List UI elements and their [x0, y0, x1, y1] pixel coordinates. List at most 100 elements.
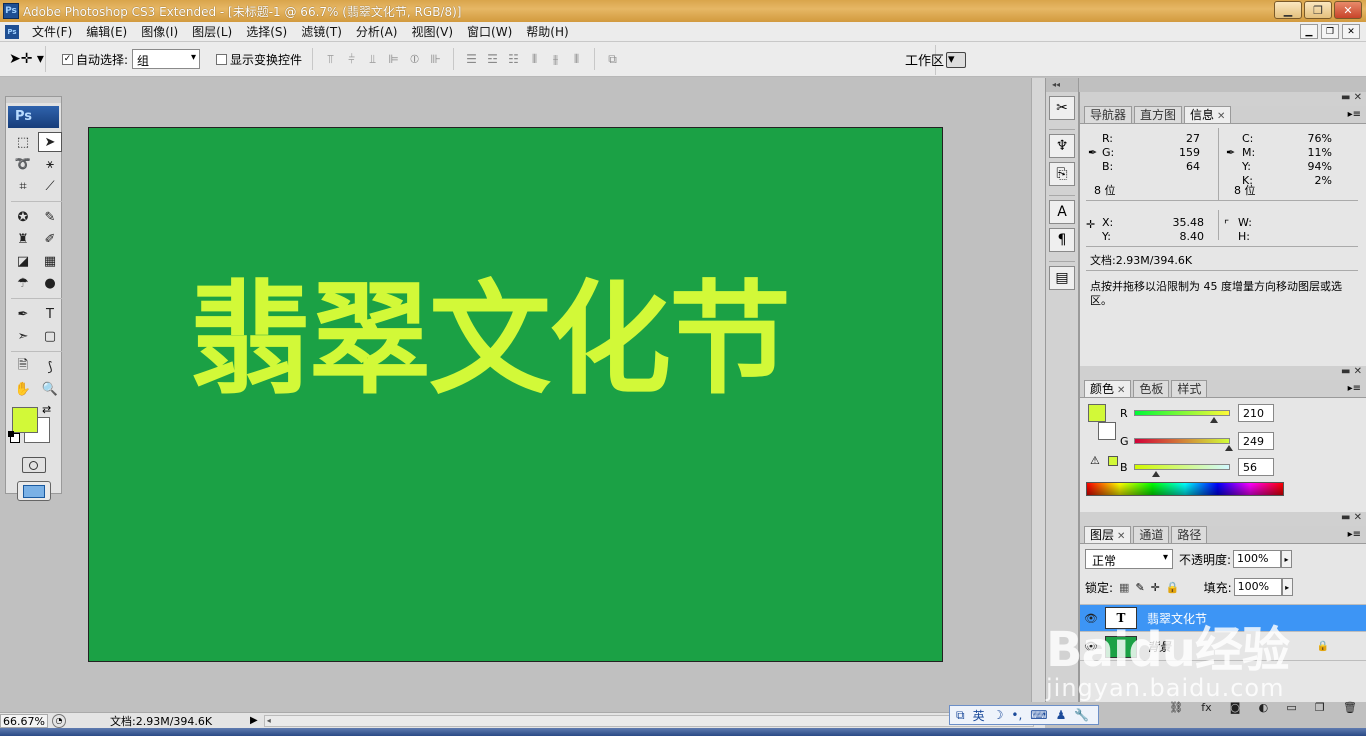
move-tool-icon[interactable]: ➤ — [38, 132, 62, 152]
document-canvas[interactable]: 翡翠文化节 — [88, 127, 943, 662]
blue-track[interactable] — [1134, 464, 1230, 477]
opacity-arrow-icon[interactable]: ▸ — [1281, 550, 1293, 568]
tab-color[interactable]: 颜色 ✕ — [1084, 380, 1132, 397]
blend-mode-dropdown[interactable]: 正常 — [1085, 549, 1173, 569]
close-icon[interactable]: ✕ — [1117, 385, 1125, 396]
lock-all-icon[interactable]: 🔒 — [1166, 581, 1180, 594]
menu-filter[interactable]: 滤镜(T) — [294, 23, 349, 40]
menu-analysis[interactable]: 分析(A) — [349, 23, 405, 40]
delete-layer-icon[interactable]: 🗑 — [1343, 701, 1357, 717]
lock-pixels-icon[interactable]: ✎ — [1135, 581, 1144, 594]
cmyk-eyedropper-icon[interactable]: ✒ — [1226, 146, 1235, 159]
menu-select[interactable]: 选择(S) — [239, 23, 294, 40]
minimize-button[interactable]: ▁ — [1274, 1, 1302, 19]
red-slider[interactable]: R 210 — [1120, 404, 1274, 423]
path-selection-tool-icon[interactable]: ➣ — [11, 326, 35, 346]
auto-select-dropdown[interactable]: 组 — [132, 49, 201, 69]
tab-info[interactable]: 信息 ✕ — [1184, 106, 1232, 123]
distribute-hcenter-icon[interactable]: ⫵ — [548, 52, 563, 66]
close-icon[interactable]: ✕ — [1117, 531, 1125, 542]
ime-user-icon[interactable]: ♟ — [1056, 708, 1067, 722]
screen-mode-button[interactable] — [16, 481, 51, 501]
zoom-tool-icon[interactable]: 🔍 — [38, 379, 62, 399]
menu-view[interactable]: 视图(V) — [404, 23, 460, 40]
distribute-bottom-icon[interactable]: ☷ — [506, 52, 521, 66]
slice-tool-icon[interactable]: ⟋ — [38, 176, 62, 196]
link-layers-icon[interactable]: ⛓ — [1169, 701, 1183, 717]
lock-transparent-icon[interactable]: ▦ — [1119, 581, 1129, 594]
panel-menu-icon[interactable]: ▸≡ — [1348, 380, 1366, 397]
green-thumb[interactable] — [1225, 445, 1233, 451]
align-right-icon[interactable]: ⊪ — [428, 52, 443, 66]
lasso-tool-icon[interactable]: ➰ — [11, 154, 35, 174]
tab-paths[interactable]: 路径 — [1171, 526, 1208, 543]
blue-value-field[interactable]: 56 — [1238, 458, 1274, 476]
adjustment-layer-icon[interactable]: ◐ — [1259, 701, 1269, 717]
tab-swatches[interactable]: 色板 — [1133, 380, 1170, 397]
show-transform-checkbox[interactable] — [216, 53, 228, 65]
panel-minimize-icon[interactable]: ▬ ✕ — [1341, 92, 1362, 103]
dodge-tool-icon[interactable]: ● — [38, 273, 62, 293]
fill-field[interactable]: 100% — [1233, 578, 1282, 596]
blue-slider[interactable]: B 56 — [1120, 458, 1274, 477]
color-spectrum-bar[interactable] — [1086, 482, 1284, 496]
default-colors-icon[interactable] — [8, 431, 20, 443]
panel-header[interactable]: ▬ ✕ — [1080, 512, 1366, 526]
canvas-text-layer[interactable]: 翡翠文化节 — [189, 241, 791, 418]
fill-arrow-icon[interactable]: ▸ — [1281, 578, 1293, 596]
layer-name[interactable]: 背景 — [1147, 638, 1171, 655]
magic-wand-tool-icon[interactable]: ⚹ — [38, 154, 62, 174]
doc-minimize-button[interactable]: ▁ — [1300, 24, 1318, 39]
quick-mask-button[interactable] — [21, 457, 46, 473]
new-layer-icon[interactable]: ❐ — [1315, 701, 1325, 717]
pen-tool-icon[interactable]: ✒ — [11, 304, 35, 324]
ime-logo-icon[interactable]: ⧉ — [956, 708, 965, 723]
layer-row-background[interactable]: 👁 背景 🔒 — [1080, 633, 1366, 661]
distribute-left-icon[interactable]: ⫴ — [527, 52, 542, 66]
tab-channels[interactable]: 通道 — [1133, 526, 1170, 543]
zoom-field[interactable]: 66.67% — [0, 713, 48, 728]
align-hcenter-icon[interactable]: ⦶ — [407, 52, 422, 66]
menu-edit[interactable]: 编辑(E) — [79, 23, 134, 40]
show-transform-option[interactable]: 显示变换控件 — [216, 51, 302, 68]
status-info-icon[interactable]: ◔ — [52, 713, 66, 728]
toolbox-logo[interactable]: Ps — [8, 106, 59, 128]
photoshop-app-icon[interactable]: Ps — [3, 3, 19, 19]
panel-minimize-icon[interactable]: ▬ ✕ — [1341, 512, 1362, 523]
toolbox-grip[interactable] — [6, 97, 61, 103]
maximize-button[interactable]: ❐ — [1304, 1, 1332, 19]
layer-style-icon[interactable]: fx — [1201, 701, 1211, 717]
color-fg-swatch[interactable] — [1088, 404, 1106, 422]
healing-brush-tool-icon[interactable]: ✪ — [11, 207, 35, 227]
eyedropper-tool-icon[interactable]: ⟆ — [38, 357, 62, 377]
ime-settings-icon[interactable]: 🔧 — [1074, 708, 1089, 722]
panel-menu-icon[interactable]: ▸≡ — [1348, 526, 1366, 543]
panel-header[interactable]: ▬ ✕ — [1080, 92, 1366, 106]
notes-tool-icon[interactable]: 🗎 — [11, 357, 35, 377]
history-brush-tool-icon[interactable]: ✐ — [38, 229, 62, 249]
workspace-menu[interactable]: 工作区 ▾ — [905, 50, 955, 69]
green-track[interactable] — [1134, 438, 1233, 451]
panel-minimize-icon[interactable]: ▬ ✕ — [1341, 366, 1362, 377]
align-vcenter-icon[interactable]: ⫩ — [344, 52, 359, 66]
menu-image[interactable]: 图像(I) — [134, 23, 185, 40]
close-icon[interactable]: ✕ — [1217, 111, 1225, 122]
ime-lang-toggle[interactable]: 英 — [973, 707, 985, 724]
tab-histogram[interactable]: 直方图 — [1134, 106, 1183, 123]
distribute-vcenter-icon[interactable]: ☲ — [485, 52, 500, 66]
clone-source-icon[interactable]: ⎘ — [1049, 162, 1075, 186]
green-slider[interactable]: G 249 — [1120, 432, 1274, 451]
align-top-icon[interactable]: ⫪ — [323, 52, 338, 66]
red-track[interactable] — [1134, 410, 1230, 423]
eye-icon[interactable]: 👁 — [1080, 612, 1102, 625]
layer-mask-icon[interactable]: ◙ — [1230, 701, 1241, 717]
align-bottom-icon[interactable]: ⫫ — [365, 52, 380, 66]
new-group-icon[interactable]: ▭ — [1286, 701, 1296, 717]
red-value-field[interactable]: 210 — [1238, 404, 1274, 422]
tab-styles[interactable]: 样式 — [1171, 380, 1208, 397]
vertical-scrollbar[interactable] — [1031, 78, 1045, 702]
dock-collapse-icon[interactable]: ◂◂ — [1046, 78, 1078, 92]
clone-stamp-tool-icon[interactable]: ♜ — [11, 229, 35, 249]
crop-tool-icon[interactable]: ⌗ — [11, 176, 35, 196]
eraser-tool-icon[interactable]: ◪ — [11, 251, 35, 271]
